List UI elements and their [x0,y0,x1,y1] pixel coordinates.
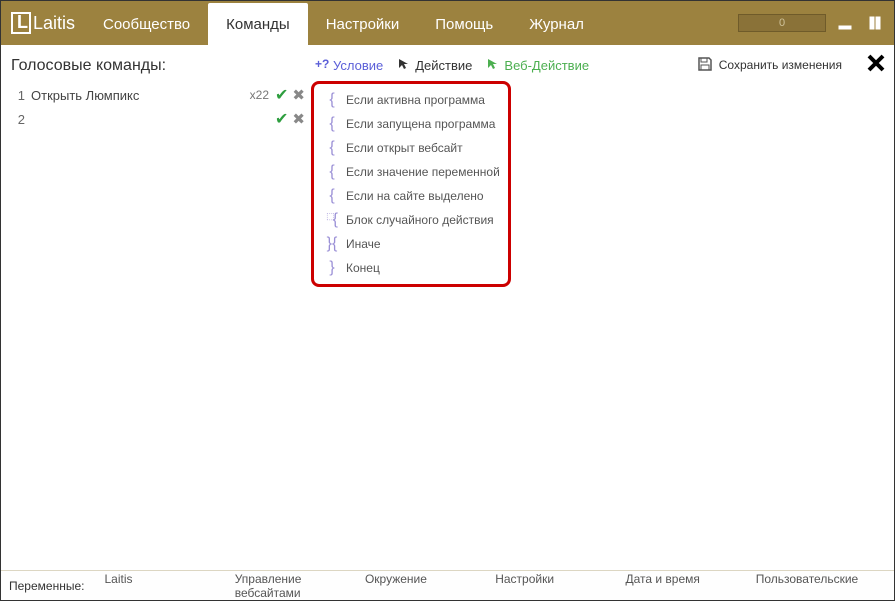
tab-help[interactable]: Помощь [417,3,511,45]
tab-journal[interactable]: Журнал [511,3,602,45]
brace-icon: { [320,91,344,109]
x-icon[interactable]: ✖ [292,86,305,104]
app-logo: Laitis [1,1,85,45]
dropdown-item[interactable]: {Если на сайте выделено [316,184,506,208]
footer-item[interactable]: Laitis [104,572,234,600]
dropdown-item[interactable]: {Если запущена программа [316,112,506,136]
brace-icon: { [320,115,344,133]
row-index: 2 [9,112,25,127]
minimize-button[interactable] [834,12,856,34]
titlebar-right: 0 [738,12,886,34]
save-button[interactable]: Сохранить изменения [697,56,842,75]
condition-dropdown: {Если активна программа{Если запущена пр… [311,81,511,287]
command-row[interactable]: 1 Открыть Люмпиксx22 ✔✖ [9,83,307,107]
question-icon: +? [315,57,329,74]
footer-item[interactable]: Окружение [365,572,495,600]
footer-item[interactable]: Дата и время [625,572,755,600]
footer-item[interactable]: Управление вебсайтами [235,572,365,600]
check-icon[interactable]: ✔ [275,85,288,105]
dropdown-item-label: Иначе [346,237,381,251]
close-icon [866,53,886,73]
dropdown-item-label: Если запущена программа [346,117,495,131]
row-count: x22 [250,88,269,102]
cursor-icon [397,57,411,74]
editor-toolbar: +? Условие Действие Веб-Действие [315,51,886,79]
tabs: Сообщество Команды Настройки Помощь Журн… [85,1,602,45]
pause-button[interactable] [864,12,886,34]
footer-item[interactable]: Пользовательские [756,572,886,600]
tab-settings[interactable]: Настройки [308,3,418,45]
progress-indicator: 0 [738,14,826,32]
content-area: Голосовые команды: 1 Открыть Люмпиксx22 ✔✖… [1,45,894,570]
commands-sidebar: Голосовые команды: 1 Открыть Люмпиксx22 ✔✖… [1,45,307,570]
close-editor-button[interactable] [866,53,886,78]
brace-icon: } [320,259,344,277]
main-window: Laitis Сообщество Команды Настройки Помо… [1,1,894,600]
dropdown-item[interactable]: {Если активна программа [316,88,506,112]
row-index: 1 [9,88,25,103]
dropdown-item[interactable]: }Конец [316,256,506,280]
dropdown-item[interactable]: ⬚{Блок случайного действия [316,208,506,232]
save-icon [697,56,713,75]
x-icon[interactable]: ✖ [292,110,305,128]
dropdown-item[interactable]: }{Иначе [316,232,506,256]
web-action-button[interactable]: Веб-Действие [486,57,589,74]
titlebar: Laitis Сообщество Команды Настройки Помо… [1,1,894,45]
footer-item[interactable]: Настройки [495,572,625,600]
action-button[interactable]: Действие [397,57,472,74]
footer-label: Переменные: [9,579,84,593]
dropdown-item-label: Если на сайте выделено [346,189,484,203]
brace-icon: { [320,139,344,157]
dropdown-item[interactable]: {Если открыт вебсайт [316,136,506,160]
sidebar-title: Голосовые команды: [9,53,307,83]
dropdown-item-label: Если значение переменной [346,165,500,179]
editor-panel: +? Условие Действие Веб-Действие [307,45,894,570]
web-cursor-icon [486,57,500,74]
command-row[interactable]: 2 ✔✖ [9,107,307,131]
dropdown-item-label: Если открыт вебсайт [346,141,463,155]
dropdown-item-label: Конец [346,261,380,275]
brace-icon: ⬚{ [320,211,344,229]
condition-button[interactable]: +? Условие [315,57,383,74]
footer-bar: Переменные: LaitisУправление вебсайтамиО… [1,570,894,600]
svg-text:+?: +? [315,57,329,71]
brace-icon: }{ [320,235,344,253]
check-icon[interactable]: ✔ [275,109,288,129]
dropdown-item-label: Блок случайного действия [346,213,494,227]
dropdown-item-label: Если активна программа [346,93,485,107]
tab-commands[interactable]: Команды [208,3,308,45]
tab-community[interactable]: Сообщество [85,3,208,45]
row-name: Открыть Люмпикс [31,88,250,103]
brace-icon: { [320,163,344,181]
brace-icon: { [320,187,344,205]
dropdown-item[interactable]: {Если значение переменной [316,160,506,184]
